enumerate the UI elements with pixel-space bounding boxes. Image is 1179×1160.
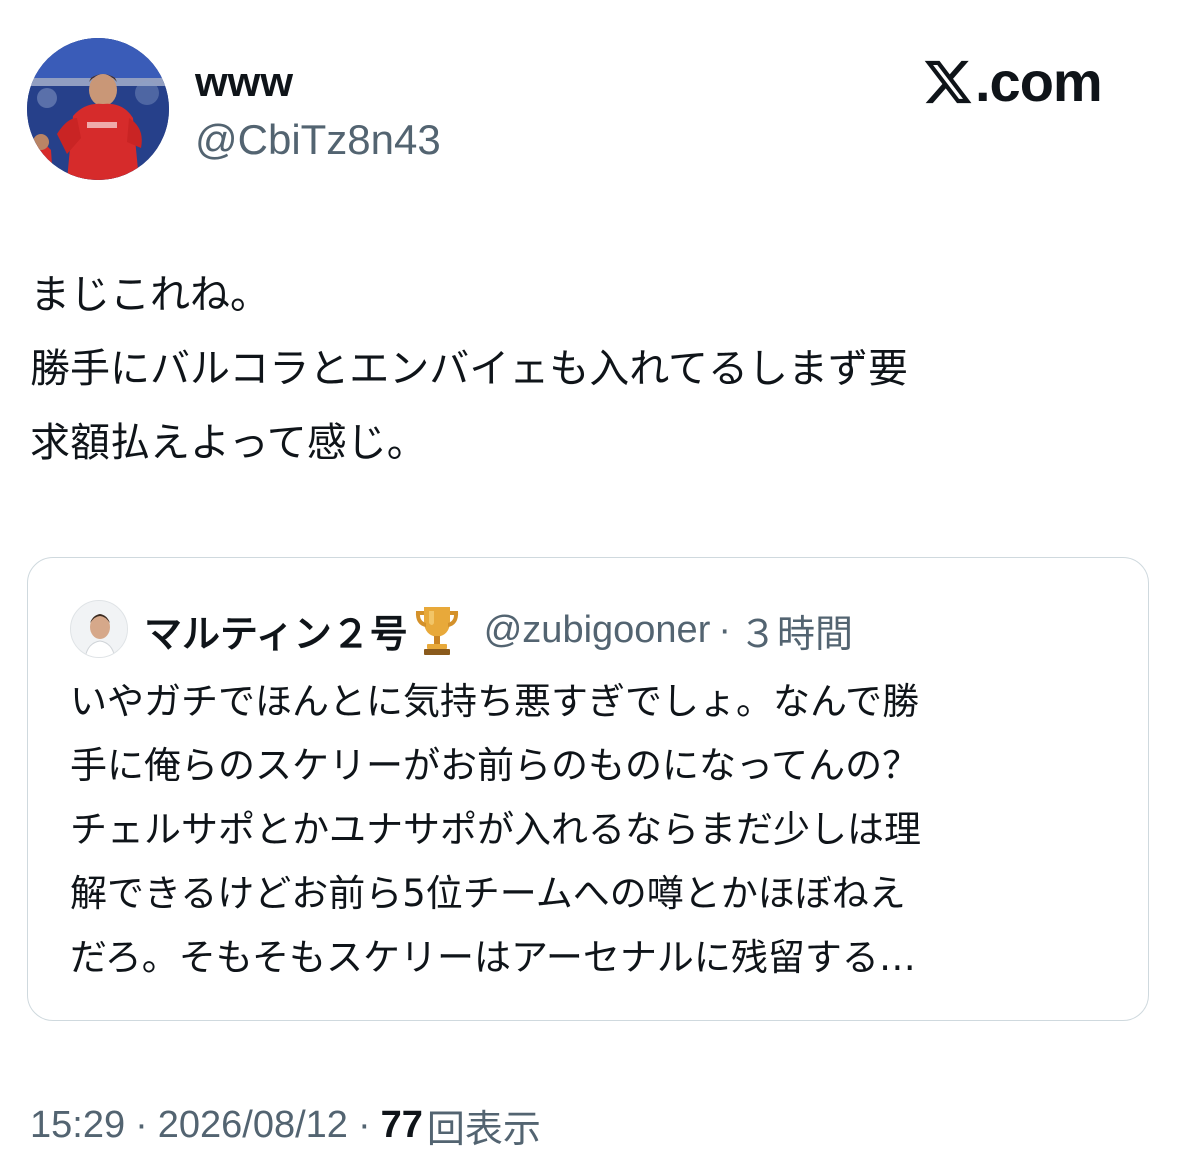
tweet-text-line: 求額払えよって感じ。	[30, 420, 427, 466]
quoted-tweet-text: いやガチでほんとに気持ち悪すぎでしょ。なんで勝 手に俺らのスケリーがお前らのもの…	[70, 670, 1120, 990]
quoted-text-line: だろ。そもそもスケリーはアーセナルに残留する…	[70, 936, 916, 979]
quoted-text-line: チェルサポとかユナサポが入れるならまだ少しは理	[70, 808, 921, 851]
brand-domain-label: .com	[975, 50, 1103, 113]
x-brand: .com	[922, 50, 1103, 113]
author-display-name[interactable]: www	[195, 58, 293, 106]
tweet-header: www @CbiTz8n43 .com	[0, 0, 1179, 200]
quoted-author-name[interactable]: マルティン２号	[144, 603, 408, 658]
quoted-text-line: いやガチでほんとに気持ち悪すぎでしょ。なんで勝	[70, 680, 920, 723]
quoted-tweet[interactable]: マルティン２号 @zubigooner · ３時間 いやガチでほんとに気持ち悪す…	[27, 557, 1149, 1021]
author-handle[interactable]: @CbiTz8n43	[195, 115, 441, 165]
views-label: 回表示	[426, 1106, 541, 1151]
tweet-date[interactable]: 2026/08/12	[158, 1104, 348, 1147]
tweet-text: まじこれね。 勝手にバルコラとエンバイェも入れてるしまず要 求額払えよって感じ。	[30, 258, 1150, 480]
quoted-author-avatar[interactable]	[70, 600, 128, 658]
tweet-text-line: 勝手にバルコラとエンバイェも入れてるしまず要	[30, 346, 908, 392]
quoted-text-line: 手に俺らのスケリーがお前らのものになってんの？	[70, 744, 920, 787]
trophy-icon	[415, 607, 458, 655]
quoted-timestamp[interactable]: ３時間	[739, 603, 853, 658]
avatar-photo	[27, 38, 169, 180]
meta-separator: ·	[357, 1103, 371, 1146]
views-count[interactable]: 77	[381, 1104, 423, 1147]
tweet-time[interactable]: 15:29	[30, 1104, 125, 1147]
meta-separator: ·	[135, 1103, 148, 1146]
x-logo-icon	[924, 60, 972, 104]
quoted-author-handle[interactable]: @zubigooner	[484, 609, 711, 652]
quoted-avatar-photo	[71, 601, 127, 657]
tweet-text-line: まじこれね。	[30, 272, 270, 318]
quoted-separator: ·	[718, 608, 731, 651]
tweet-meta: 15:29 · 2026/08/12 · 77 回表示	[30, 1098, 541, 1152]
quoted-text-line: 解できるけどお前ら5位チームへの噂とかほぼねえ	[70, 872, 906, 915]
quoted-tweet-header: マルティン２号 @zubigooner · ３時間	[144, 600, 853, 660]
author-avatar[interactable]	[27, 38, 169, 180]
